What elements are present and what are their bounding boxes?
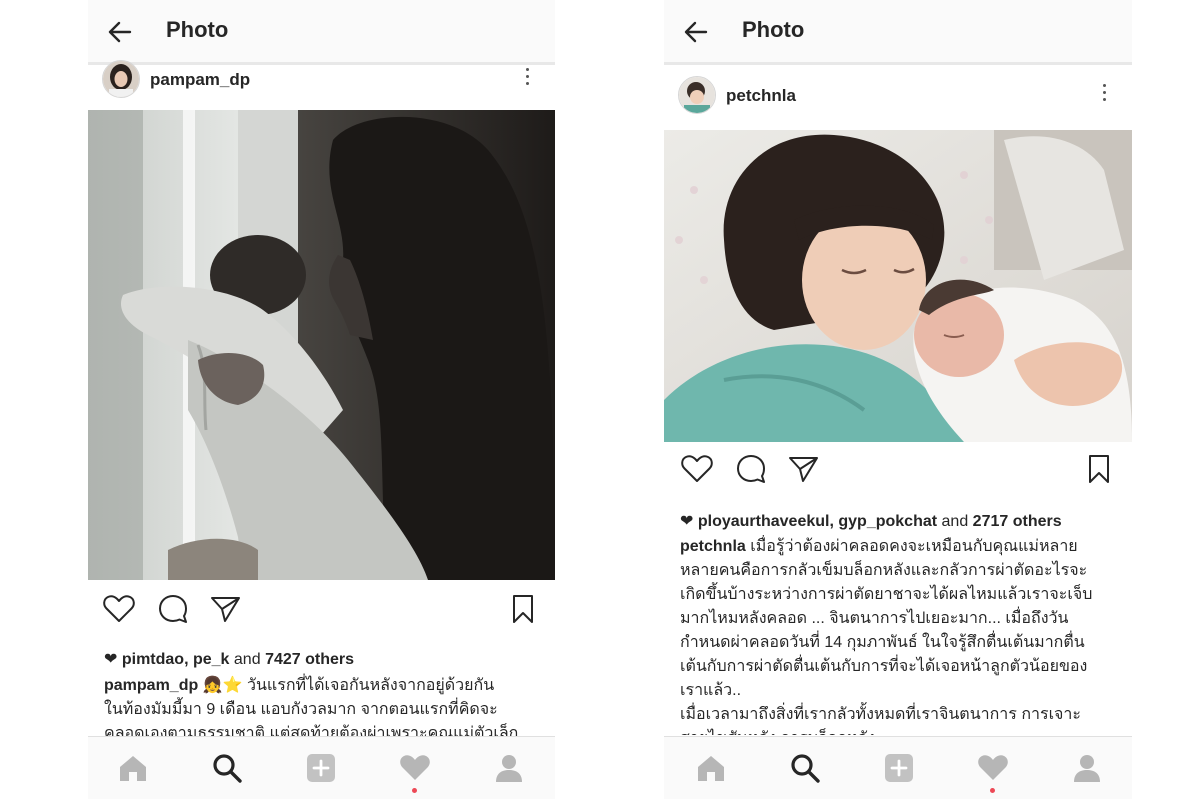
bottom-tab-bar — [88, 736, 555, 799]
caption-line: ในท้องมัมมี้มา 9 เดือน แอบกังวลมาก จากตอ… — [104, 701, 498, 718]
post-actions — [664, 452, 1132, 492]
post-header: pampam_dp — [88, 58, 555, 102]
caption-line: เมื่อเวลามาถึงสิ่งที่เรากลัวทั้งหมดที่เร… — [680, 706, 1082, 723]
caption-username[interactable]: petchnla — [680, 538, 746, 555]
post-username[interactable]: pampam_dp — [150, 70, 250, 90]
profile-icon[interactable] — [1070, 751, 1104, 785]
caption-line: เมื่อรู้ว่าต้องผ่าคลอดคงจะเหมือนกับคุณแม… — [750, 538, 1078, 555]
post-actions — [88, 592, 555, 632]
post-header: petchnla — [664, 74, 1132, 118]
caption-line: กำหนดผ่าคลอดวันที่ 14 กุมภาพันธ์ ในใจรู้… — [680, 634, 1085, 651]
avatar[interactable] — [678, 76, 716, 114]
liked-by-user[interactable]: ployaurthaveekul — [698, 513, 830, 530]
post-username[interactable]: petchnla — [726, 86, 796, 106]
heart-icon[interactable] — [102, 592, 136, 626]
avatar[interactable] — [102, 60, 140, 98]
add-icon[interactable] — [882, 751, 916, 785]
bookmark-icon[interactable] — [506, 592, 540, 626]
activity-heart-icon[interactable] — [976, 751, 1010, 785]
more-options-icon[interactable] — [1100, 84, 1108, 108]
activity-heart-icon[interactable] — [398, 751, 432, 785]
notification-dot — [990, 788, 995, 793]
screen-left: Photo pampam_dp ❤ pimtdao, pe_k and 7427… — [88, 0, 555, 799]
caption-line: มากไหมหลังคลอด ... จินตนาการไปเยอะมาก...… — [680, 610, 1069, 627]
home-icon[interactable] — [694, 751, 728, 785]
likes-summary: ❤ pimtdao, pe_k and 7427 others — [104, 651, 354, 668]
likes-heart-icon: ❤ — [104, 651, 118, 668]
notification-dot — [412, 788, 417, 793]
comment-icon[interactable] — [156, 592, 190, 626]
heart-icon[interactable] — [680, 452, 714, 486]
top-bar: Photo — [88, 0, 555, 65]
screen-right: Photo petchnla ❤ ployaurthaveekul, gyp_p… — [664, 0, 1132, 799]
likes-others[interactable]: 7427 others — [265, 651, 354, 668]
likes-heart-icon: ❤ — [680, 513, 694, 530]
page-title: Photo — [166, 17, 229, 42]
home-icon[interactable] — [116, 751, 150, 785]
search-icon[interactable] — [788, 751, 822, 785]
caption-line: เกิดขึ้นบ้างระหว่างการผ่าตัดยาชาจะได้ผลไ… — [680, 586, 1093, 603]
likes-and: and — [941, 513, 969, 530]
bookmark-icon[interactable] — [1082, 452, 1116, 486]
caption-line: หลายคนคือการกลัวเข็มบล็อกหลังและกลัวการผ… — [680, 562, 1088, 579]
more-options-icon[interactable] — [523, 68, 531, 92]
comment-icon[interactable] — [734, 452, 768, 486]
liked-by-user[interactable]: pe_k — [193, 651, 229, 668]
search-icon[interactable] — [210, 751, 244, 785]
caption-line: เต้นกับการผ่าตัดตื่นเต้นกับการที่จะได้เจ… — [680, 658, 1088, 675]
likes-others[interactable]: 2717 others — [973, 513, 1062, 530]
caption-line: วันแรกที่ได้เจอกันหลังจากอยู่ด้วยกัน — [247, 677, 495, 694]
caption-username[interactable]: pampam_dp — [104, 677, 198, 694]
post-caption: petchnla เมื่อรู้ว่าต้องผ่าคลอดคงจะเหมือ… — [680, 535, 1125, 735]
profile-icon[interactable] — [492, 751, 526, 785]
top-bar: Photo — [664, 0, 1132, 65]
add-icon[interactable] — [304, 751, 338, 785]
caption-emoji: 👧⭐ — [202, 677, 243, 694]
likes-summary: ❤ ployaurthaveekul, gyp_pokchat and 2717… — [680, 513, 1062, 530]
share-icon[interactable] — [208, 592, 242, 626]
liked-by-user[interactable]: gyp_pokchat — [838, 513, 937, 530]
post-photo[interactable] — [664, 130, 1132, 442]
liked-by-user[interactable]: pimtdao — [122, 651, 184, 668]
caption-line: เราแล้ว.. — [680, 682, 742, 699]
arrow-left-icon[interactable] — [682, 18, 710, 46]
bottom-tab-bar — [664, 736, 1132, 799]
post-photo[interactable] — [88, 110, 555, 580]
caption-line: สายไขสันหลัง การบล็อกหลัง — [680, 727, 1125, 735]
arrow-left-icon[interactable] — [106, 18, 134, 46]
likes-and: and — [233, 651, 261, 668]
page-title: Photo — [742, 17, 805, 42]
share-icon[interactable] — [786, 452, 820, 486]
